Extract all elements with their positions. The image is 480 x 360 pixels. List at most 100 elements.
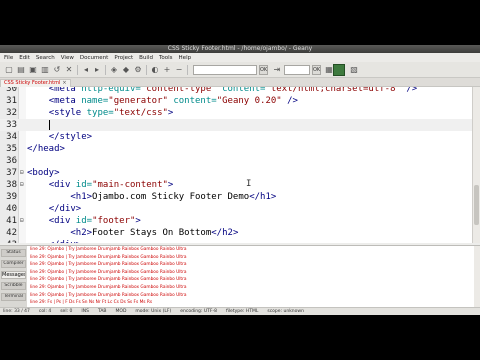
editor-scrollbar[interactable] — [472, 87, 480, 243]
status-item: mode: Unix (LF) — [135, 309, 172, 314]
menu-tools[interactable]: Tools — [159, 55, 173, 61]
code-text: <style type="text/css"> — [48, 108, 174, 118]
message-tabs: Status Compiler Messages Scribble Termin… — [0, 246, 27, 308]
mouse-ibeam-cursor: I — [246, 179, 252, 189]
line-number: 30 — [6, 87, 17, 94]
line-number: 32 — [6, 108, 17, 118]
status-item: TAB — [97, 309, 107, 314]
line-number: 41 — [6, 216, 17, 226]
line-number: 34 — [6, 132, 17, 142]
zoom-in-icon[interactable]: + — [162, 65, 172, 75]
line-number: 40 — [6, 204, 17, 214]
menu-project[interactable]: Project — [114, 55, 133, 61]
quit-icon[interactable] — [333, 64, 345, 76]
message-item[interactable]: line 29: Fs | Ps | F Ds Fs Sn Ns Nr Ft L… — [28, 299, 474, 307]
toolbar: ▢ ▤ ▣ ▥ ↺ ✕ ◂ ▸ ◈ ◆ ⚙ ◐ + − OK ⇥ OK ▦ ▧ — [0, 62, 480, 78]
code-line[interactable]: 36 — [0, 155, 472, 167]
menu-file[interactable]: File — [4, 55, 13, 61]
save-all-icon[interactable]: ▥ — [40, 65, 50, 75]
editor-scrollbar-thumb[interactable] — [474, 185, 479, 225]
forward-icon[interactable]: ▸ — [92, 65, 102, 75]
code-line[interactable]: 33 — [0, 119, 472, 131]
code-line[interactable]: 39 <h1>Ojambo.com Sticky Footer Demo</h1… — [0, 191, 472, 203]
menu-edit[interactable]: Edit — [19, 55, 30, 61]
menu-help[interactable]: Help — [179, 55, 192, 61]
save-icon[interactable]: ▣ — [28, 65, 38, 75]
code-line[interactable]: 30 <meta http-equiv="content-type" conte… — [0, 87, 472, 95]
code-line[interactable]: 32 <style type="text/css"> — [0, 107, 472, 119]
new-file-icon[interactable]: ▢ — [4, 65, 14, 75]
message-item[interactable]: line 29: Ojambo | Try Jamboree Drumjamb … — [28, 254, 474, 262]
line-number: 33 — [6, 120, 17, 130]
close-file-icon[interactable]: ✕ — [64, 65, 74, 75]
code-line[interactable]: 40 </div> — [0, 203, 472, 215]
code-line[interactable]: 42 <h2>Footer Stays On Bottom</h2> — [0, 227, 472, 239]
color-chooser-icon[interactable]: ◐ — [150, 65, 160, 75]
goto-line-button[interactable]: OK — [312, 65, 321, 75]
code-line[interactable]: 35 </head> — [0, 143, 472, 155]
line-number: 39 — [6, 192, 17, 202]
compile-icon[interactable]: ◈ — [109, 65, 119, 75]
line-number: 35 — [6, 144, 17, 154]
tab-css-sticky-footer[interactable]: CSS Sticky Footer.html × — [0, 79, 71, 87]
menu-bar: File Edit Search View Document Project B… — [0, 53, 480, 62]
message-item[interactable]: line 29: Ojambo | Try Jamboree Drumjamb … — [28, 284, 474, 292]
menu-search[interactable]: Search — [36, 55, 55, 61]
code-text: <div id="footer"> — [48, 216, 141, 226]
back-icon[interactable]: ◂ — [81, 65, 91, 75]
code-line[interactable]: 41 ⊟ <div id="footer"> — [0, 215, 472, 227]
code-text: <meta name="generator" content="Geany 0.… — [48, 96, 298, 106]
message-window: Status Compiler Messages Scribble Termin… — [0, 245, 480, 308]
status-item: filetype: HTML — [225, 309, 259, 314]
fold-toggle-icon[interactable]: ⊟ — [20, 218, 25, 224]
code-editor[interactable]: 30 <meta http-equiv="content-type" conte… — [0, 87, 472, 243]
message-scrollbar[interactable] — [474, 246, 480, 308]
code-line[interactable]: 37 ⊟ <body> — [0, 167, 472, 179]
message-item[interactable]: line 29: Ojambo | Try Jamboree Drumjamb … — [28, 292, 474, 300]
status-item: MOD — [115, 309, 127, 314]
code-line[interactable]: 38 ⊟ <div id="main-content"> — [0, 179, 472, 191]
window-title: CSS Sticky Footer.html - /home/ojambo/ -… — [0, 45, 480, 53]
goto-line-icon[interactable]: ⇥ — [272, 65, 282, 75]
build-icon[interactable]: ◆ — [121, 65, 131, 75]
zoom-out-icon[interactable]: − — [174, 65, 184, 75]
revert-icon[interactable]: ↺ — [52, 65, 62, 75]
execute-icon[interactable]: ⚙ — [133, 65, 143, 75]
message-item[interactable]: line 29: Ojambo | Try Jamboree Drumjamb … — [28, 269, 474, 277]
message-list: line 29: Ojambo | Try Jamboree Drumjamb … — [28, 246, 474, 308]
goto-line-input[interactable] — [284, 65, 310, 75]
fold-toggle-icon[interactable]: ⊟ — [20, 170, 25, 176]
tab-close-icon[interactable]: × — [62, 80, 66, 86]
toolbar-separator — [77, 65, 78, 75]
open-in-browser-icon[interactable]: ▧ — [349, 65, 359, 75]
tab-label: CSS Sticky Footer.html — [4, 80, 61, 86]
video-frame: CSS Sticky Footer.html - /home/ojambo/ -… — [0, 0, 480, 360]
message-item[interactable]: line 29: Ojambo | Try Jamboree Drumjamb … — [28, 276, 474, 284]
menu-view[interactable]: View — [61, 55, 74, 61]
tab-terminal[interactable]: Terminal — [1, 293, 26, 301]
tab-status[interactable]: Status — [1, 249, 26, 257]
status-bar: line: 33 / 47 col: 4 sel: 0 INS TAB MOD mode: … — [0, 307, 480, 315]
search-button[interactable]: OK — [259, 65, 268, 75]
line-number: 37 — [6, 168, 17, 178]
open-file-icon[interactable]: ▤ — [16, 65, 26, 75]
code-text: <h2>Footer Stays On Bottom</h2> — [70, 228, 239, 238]
message-item[interactable]: line 29: Ojambo | Try Jamboree Drumjamb … — [28, 261, 474, 269]
code-line[interactable]: 31 <meta name="generator" content="Geany… — [0, 95, 472, 107]
message-item[interactable]: line 29: Ojambo | Try Jamboree Drumjamb … — [28, 246, 474, 254]
line-number: 38 — [6, 180, 17, 190]
tab-compiler[interactable]: Compiler — [1, 260, 26, 268]
code-line[interactable]: 34 </style> — [0, 131, 472, 143]
toolbar-separator — [105, 65, 106, 75]
tab-scribble[interactable]: Scribble — [1, 282, 26, 290]
code-text: <h1>Ojambo.com Sticky Footer Demo</h1> — [70, 192, 277, 202]
search-input[interactable] — [193, 65, 257, 75]
text-caret — [48, 120, 50, 130]
tab-messages[interactable]: Messages — [1, 271, 26, 279]
code-line[interactable]: 43 </div> — [0, 239, 472, 243]
menu-build[interactable]: Build — [139, 55, 153, 61]
fold-toggle-icon[interactable]: ⊟ — [20, 182, 25, 188]
line-number: 36 — [6, 156, 17, 166]
menu-document[interactable]: Document — [80, 55, 109, 61]
code-text: <div id="main-content"> — [48, 180, 174, 190]
